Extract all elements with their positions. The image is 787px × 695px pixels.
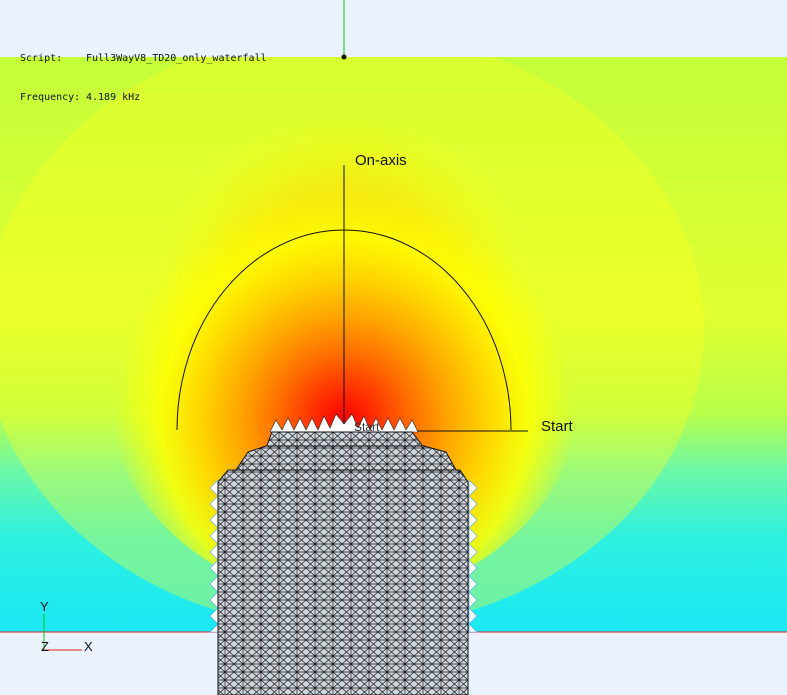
frequency-row: Frequency: 4.189 kHz [20,91,267,104]
info-panel: Script: Full3WayV8_TD20_only_waterfall Fr… [20,26,267,117]
triad-x-label: X [84,639,93,654]
axis-origin-dot [341,54,347,60]
speaker-mesh [209,413,478,695]
triad-y-label: Y [40,599,49,614]
triad-z-label: Z [41,639,49,654]
frequency-label: Frequency: [20,92,81,103]
frequency-value: 4.189 kHz [86,92,141,103]
on-axis-label: On-axis [355,152,407,169]
script-row: Script: Full3WayV8_TD20_only_waterfall [20,52,267,65]
script-value: Full3WayV8_TD20_only_waterfall [86,53,267,64]
script-label: Script: [20,53,63,64]
start-label-small: Start [354,420,380,434]
start-label: Start [541,418,574,435]
